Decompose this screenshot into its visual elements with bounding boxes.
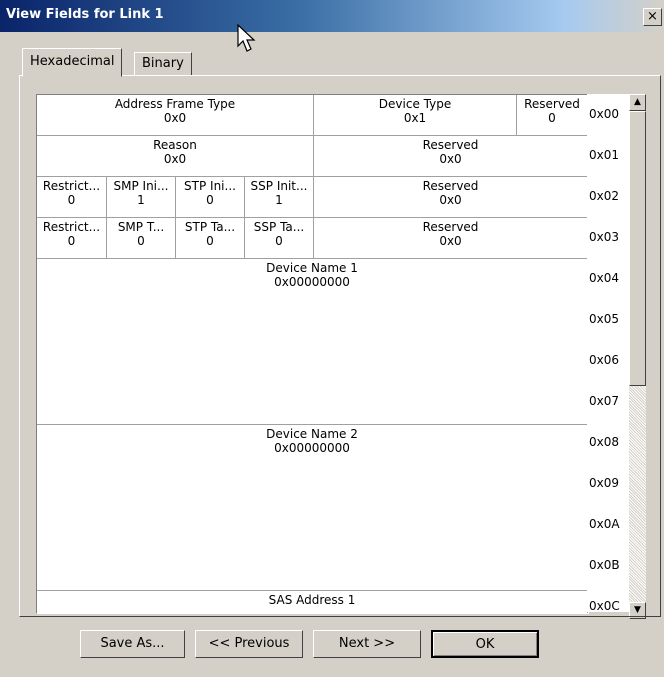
- tab-binary[interactable]: Binary: [134, 52, 192, 76]
- close-button[interactable]: ×: [643, 8, 662, 26]
- next-button[interactable]: Next >>: [313, 630, 421, 658]
- close-icon: ×: [647, 9, 658, 24]
- tab-panel: [19, 75, 661, 617]
- window-title: View Fields for Link 1: [6, 7, 164, 22]
- save-as-button[interactable]: Save As...: [80, 630, 185, 658]
- ok-button[interactable]: OK: [431, 630, 539, 658]
- title-bar[interactable]: View Fields for Link 1 ×: [0, 0, 664, 32]
- tab-binary-label: Binary: [142, 56, 184, 71]
- tab-hexadecimal[interactable]: Hexadecimal: [22, 48, 123, 77]
- tab-hexadecimal-label: Hexadecimal: [30, 54, 115, 69]
- mouse-cursor-icon: [237, 24, 256, 52]
- previous-button[interactable]: << Previous: [195, 630, 303, 658]
